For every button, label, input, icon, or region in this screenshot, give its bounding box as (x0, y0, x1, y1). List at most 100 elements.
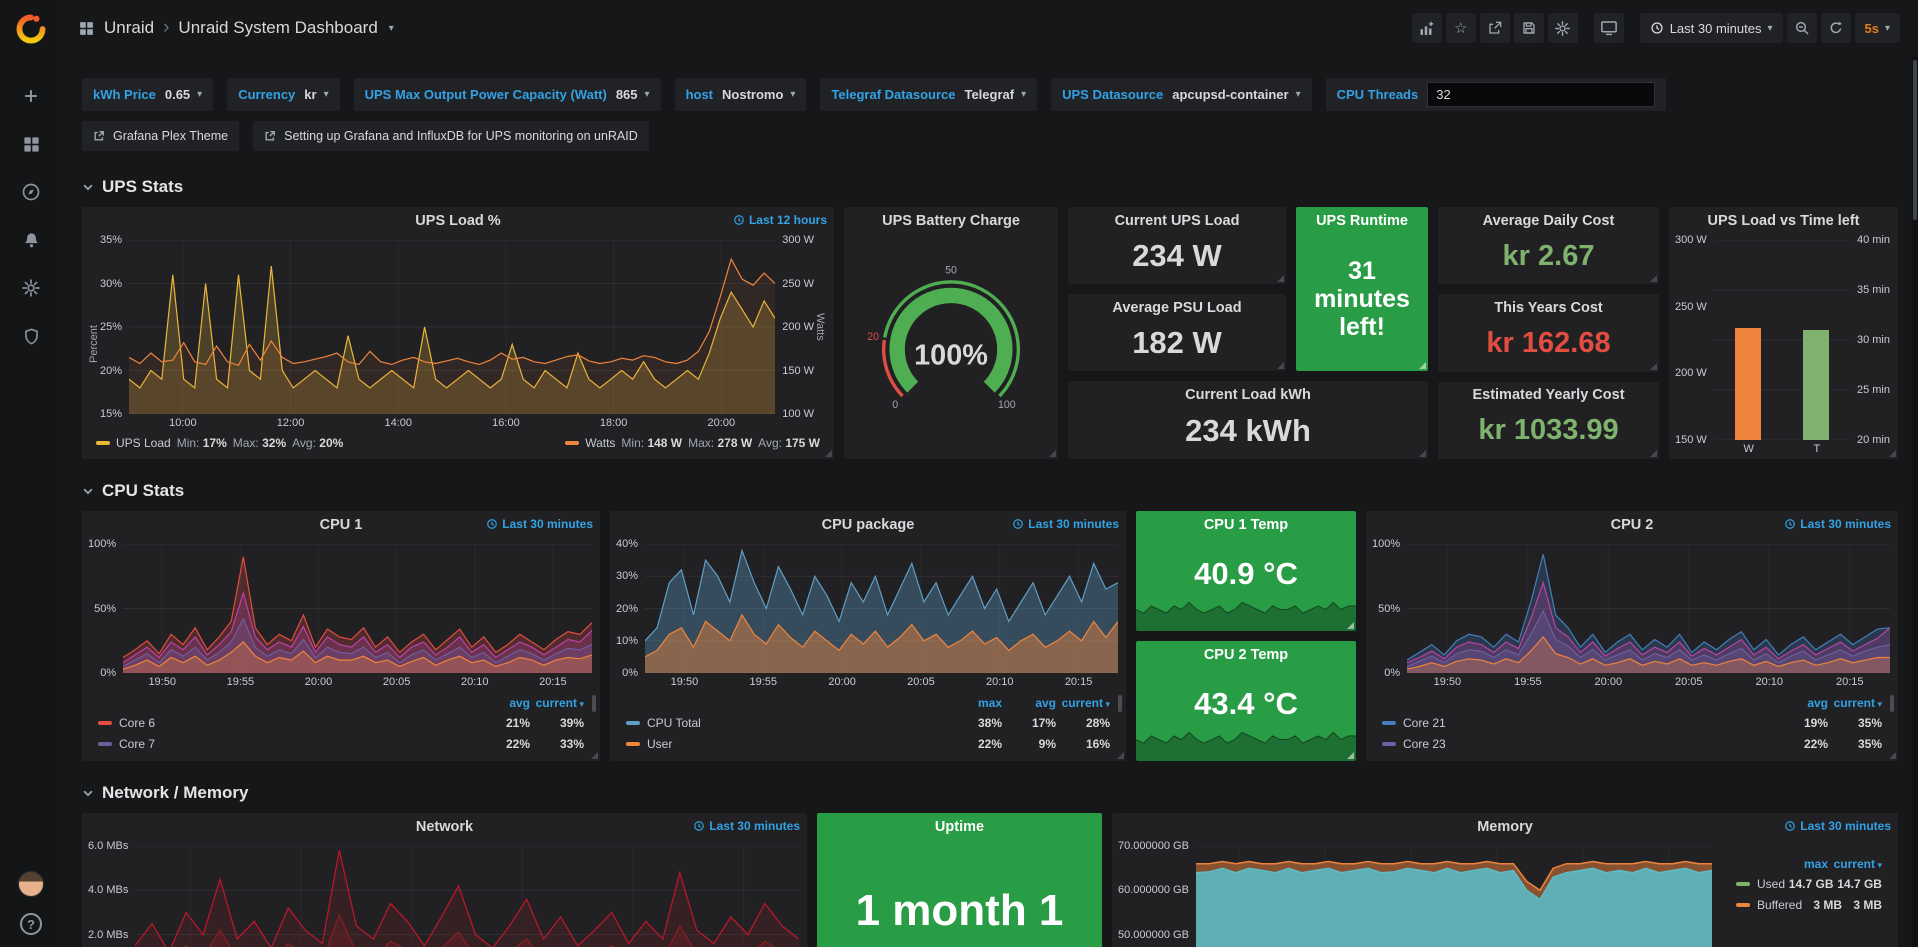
refresh-interval-picker[interactable]: 5s ▾ (1855, 13, 1901, 43)
panel-current-load-kwh: Current Load kWh 234 kWh (1068, 381, 1428, 459)
clock-icon (733, 214, 745, 226)
save-button[interactable] (1514, 13, 1544, 43)
panel-title-cpu1[interactable]: CPU 1 Last 30 minutes (82, 511, 600, 538)
panel-title-battery[interactable]: UPS Battery Charge (844, 207, 1058, 234)
top-nav: Unraid › Unraid System Dashboard ▾ ☆ (62, 0, 1918, 56)
legend-item[interactable]: UPS Load Min: 17% Max: 32% Avg: 20% (96, 436, 343, 450)
panel-title-cpu-package[interactable]: CPU package Last 30 minutes (610, 511, 1126, 538)
variable-chip: Currency kr▾ (227, 78, 339, 111)
legend-sort-column[interactable]: avg (1774, 696, 1828, 710)
series-color-marker (565, 441, 579, 445)
memory-chart[interactable]: 70.000000 GB60.000000 GB50.000000 GB (1112, 840, 1720, 947)
variable-value-dropdown[interactable]: 865▾ (616, 87, 650, 102)
configuration-gear-icon[interactable] (0, 268, 62, 308)
ups-load-vs-time-chart[interactable]: 300 W250 W200 W150 WWT40 min35 min30 min… (1669, 234, 1898, 459)
panel-estimated-yearly-cost: Estimated Yearly Cost kr 1033.99 (1438, 382, 1659, 459)
legend-sort-column[interactable]: avg (476, 696, 530, 710)
panel-time-override[interactable]: Last 30 minutes (1784, 517, 1891, 531)
cpu-threads-input[interactable]: 32 (1427, 82, 1655, 107)
zoom-out-button[interactable] (1787, 13, 1817, 43)
external-link-icon (264, 130, 276, 142)
breadcrumb-app[interactable]: Unraid (104, 18, 154, 38)
ups-stat-cluster: Current UPS Load 234 W Average PSU Load … (1068, 207, 1428, 459)
series-color-marker (1382, 742, 1396, 746)
stat-value: 182 W (1068, 321, 1286, 371)
legend-sort-column[interactable]: current (1828, 696, 1882, 710)
star-button[interactable]: ☆ (1446, 13, 1476, 43)
server-admin-shield-icon[interactable] (0, 316, 62, 356)
panel-title-memory[interactable]: Memory Last 30 minutes (1112, 813, 1898, 840)
section-header-cpu-stats[interactable]: CPU Stats (82, 479, 1898, 503)
legend-sort-column[interactable]: current (530, 696, 584, 710)
legend-scrollbar[interactable] (1118, 695, 1122, 712)
cpu2-legend: avgcurrent Core 21 19% 35% (1366, 692, 1898, 761)
panel-time-override[interactable]: Last 30 minutes (1012, 517, 1119, 531)
refresh-button[interactable] (1821, 13, 1851, 43)
panel-title-ups-load[interactable]: UPS Load % Last 12 hours (82, 207, 834, 234)
cycle-view-tv-button[interactable] (1594, 13, 1624, 43)
dashboard-link[interactable]: Setting up Grafana and InfluxDB for UPS … (253, 121, 649, 151)
dashboard-link[interactable]: Grafana Plex Theme (82, 121, 239, 151)
legend-item[interactable]: Watts Min: 148 W Max: 278 W Avg: 175 W (565, 436, 820, 450)
panel-title-network[interactable]: Network Last 30 minutes (82, 813, 807, 840)
variable-value-dropdown[interactable]: apcupsd-container▾ (1172, 87, 1300, 102)
cpu2-temp-sparkline (1136, 718, 1356, 761)
panel-cpu1: CPU 1 Last 30 minutes 100%50%0%19:5019:5… (82, 511, 600, 761)
create-icon[interactable] (0, 76, 62, 116)
cost-column: Average Daily Cost kr 2.67 This Years Co… (1438, 207, 1659, 459)
panel-time-override[interactable]: Last 30 minutes (486, 517, 593, 531)
variable-label: Telegraf Datasource (831, 87, 955, 102)
legend-sort-column[interactable]: avg (1002, 696, 1056, 710)
section-header-network-memory[interactable]: Network / Memory (82, 781, 1898, 805)
cpu2-chart[interactable]: 100%50%0%19:5019:5520:0020:0520:1020:15 (1366, 538, 1898, 692)
cpu-package-chart[interactable]: 40%30%20%10%0%19:5019:5520:0020:0520:102… (610, 538, 1126, 692)
ups-load-chart[interactable]: Percent35%30%25%20%15%10:0012:0014:0016:… (82, 234, 834, 433)
stat-value: 1 month 1 (817, 886, 1102, 936)
variable-value-dropdown[interactable]: kr▾ (304, 87, 328, 102)
add-panel-button[interactable] (1412, 13, 1442, 43)
time-range-picker[interactable]: Last 30 minutes ▾ (1640, 13, 1783, 43)
variable-value-dropdown[interactable]: Nostromo▾ (722, 87, 795, 102)
legend-sort-column[interactable]: max (948, 696, 1002, 710)
panel-title-cpu2[interactable]: CPU 2 Last 30 minutes (1366, 511, 1898, 538)
legend-scrollbar[interactable] (1890, 695, 1894, 712)
user-avatar[interactable] (18, 871, 44, 897)
network-chart[interactable]: 6.0 MBs4.0 MBs2.0 MBs (82, 840, 807, 947)
panel-cpu2-temp: CPU 2 Temp 43.4 °C (1136, 641, 1356, 761)
panel-ups-load: UPS Load % Last 12 hours Percent35%30%25… (82, 207, 834, 459)
variable-value-dropdown[interactable]: 0.65▾ (165, 87, 202, 102)
alerting-bell-icon[interactable] (0, 220, 62, 260)
panel-time-override[interactable]: Last 30 minutes (1784, 819, 1891, 833)
variable-chip: host Nostromo▾ (675, 78, 807, 111)
stat-value: kr 1033.99 (1438, 409, 1659, 459)
svg-text:0: 0 (892, 399, 898, 411)
legend-sort-column[interactable]: max (1774, 857, 1828, 871)
legend-row: Used 14.7 GB 14.7 GB (1736, 873, 1882, 894)
panel-time-override[interactable]: Last 12 hours (733, 213, 827, 227)
legend-scrollbar[interactable] (592, 695, 596, 712)
panel-time-override[interactable]: Last 30 minutes (693, 819, 800, 833)
panel-network: Network Last 30 minutes 6.0 MBs4.0 MBs2.… (82, 813, 807, 947)
page-scrollbar[interactable] (1912, 56, 1918, 947)
breadcrumb-dashboard[interactable]: Unraid System Dashboard (178, 18, 377, 38)
panel-cpu1-temp: CPU 1 Temp 40.9 °C (1136, 511, 1356, 631)
help-icon[interactable]: ? (20, 913, 42, 935)
cpu1-chart[interactable]: 100%50%0%19:5019:5520:0020:0520:1020:15 (82, 538, 600, 692)
legend-row: Buffered 3 MB 3 MB (1736, 894, 1882, 915)
caret-down-icon: ▾ (1885, 23, 1890, 34)
legend-sort-column[interactable]: current (1056, 696, 1110, 710)
grafana-logo-icon[interactable] (14, 12, 48, 46)
legend-row: Core 6 21% 39% (98, 712, 584, 733)
caret-down-icon: ▾ (1296, 89, 1301, 100)
external-link-icon (93, 130, 105, 142)
share-button[interactable] (1480, 13, 1510, 43)
stat-value: kr 2.67 (1438, 234, 1659, 284)
stat-value: 234 W (1068, 234, 1286, 284)
explore-compass-icon[interactable] (0, 172, 62, 212)
variable-value-dropdown[interactable]: Telegraf▾ (964, 87, 1026, 102)
section-header-ups-stats[interactable]: UPS Stats (82, 175, 1898, 199)
dashboards-icon[interactable] (0, 124, 62, 164)
chevron-down-icon (82, 787, 94, 799)
dashboard-settings-gear-button[interactable] (1548, 13, 1578, 43)
legend-sort-column[interactable]: current (1828, 857, 1882, 871)
